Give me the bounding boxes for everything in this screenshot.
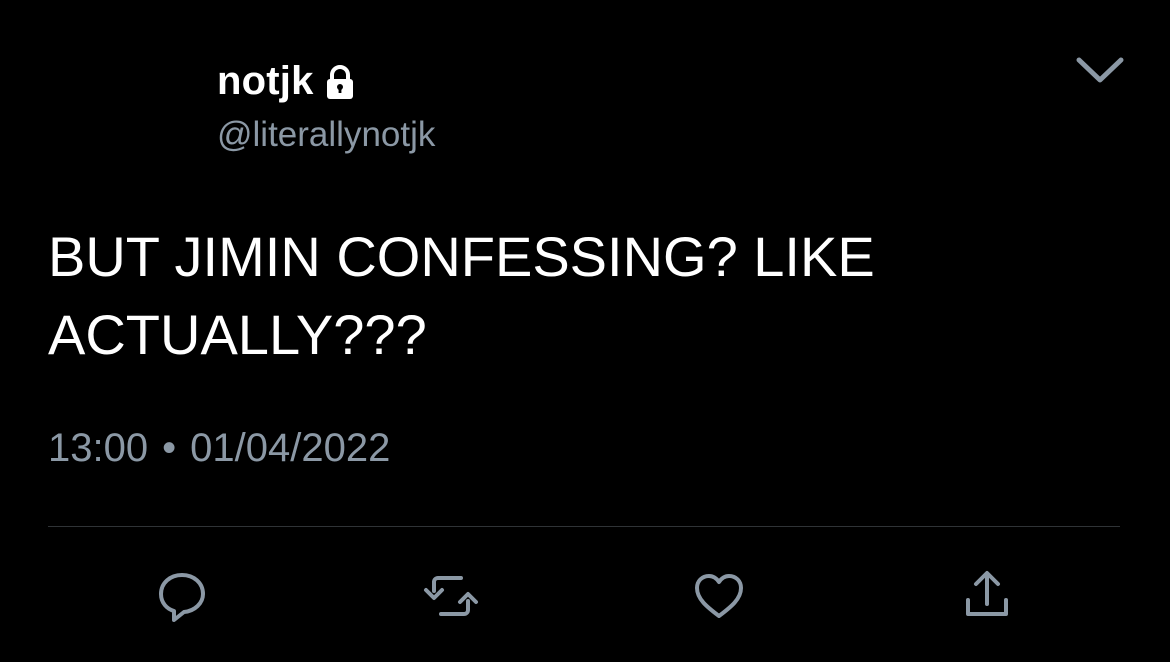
author-name-row: notjk [217,55,360,107]
share-upload-icon [957,566,1017,626]
reply-button[interactable] [152,566,212,626]
display-name[interactable]: notjk [217,59,314,104]
speech-bubble-icon [152,566,212,626]
heart-icon [689,566,749,626]
tweet-timestamp: 13:00 • 01/04/2022 [48,426,390,471]
like-button[interactable] [689,566,749,626]
divider [48,526,1120,527]
share-button[interactable] [957,566,1017,626]
retweet-arrows-icon [421,566,481,626]
chevron-down-icon[interactable] [1072,48,1128,92]
tweet-text: BUT JIMIN CONFESSING? LIKE ACTUALLY??? [48,225,875,366]
retweet-button[interactable] [421,566,481,626]
tweet-date[interactable]: 01/04/2022 [190,426,390,471]
avatar[interactable] [48,50,188,190]
lock-icon [320,62,360,102]
tweet-time[interactable]: 13:00 [48,426,148,471]
meta-separator: • [162,426,177,470]
author-handle[interactable]: @literallynotjk [217,115,435,155]
